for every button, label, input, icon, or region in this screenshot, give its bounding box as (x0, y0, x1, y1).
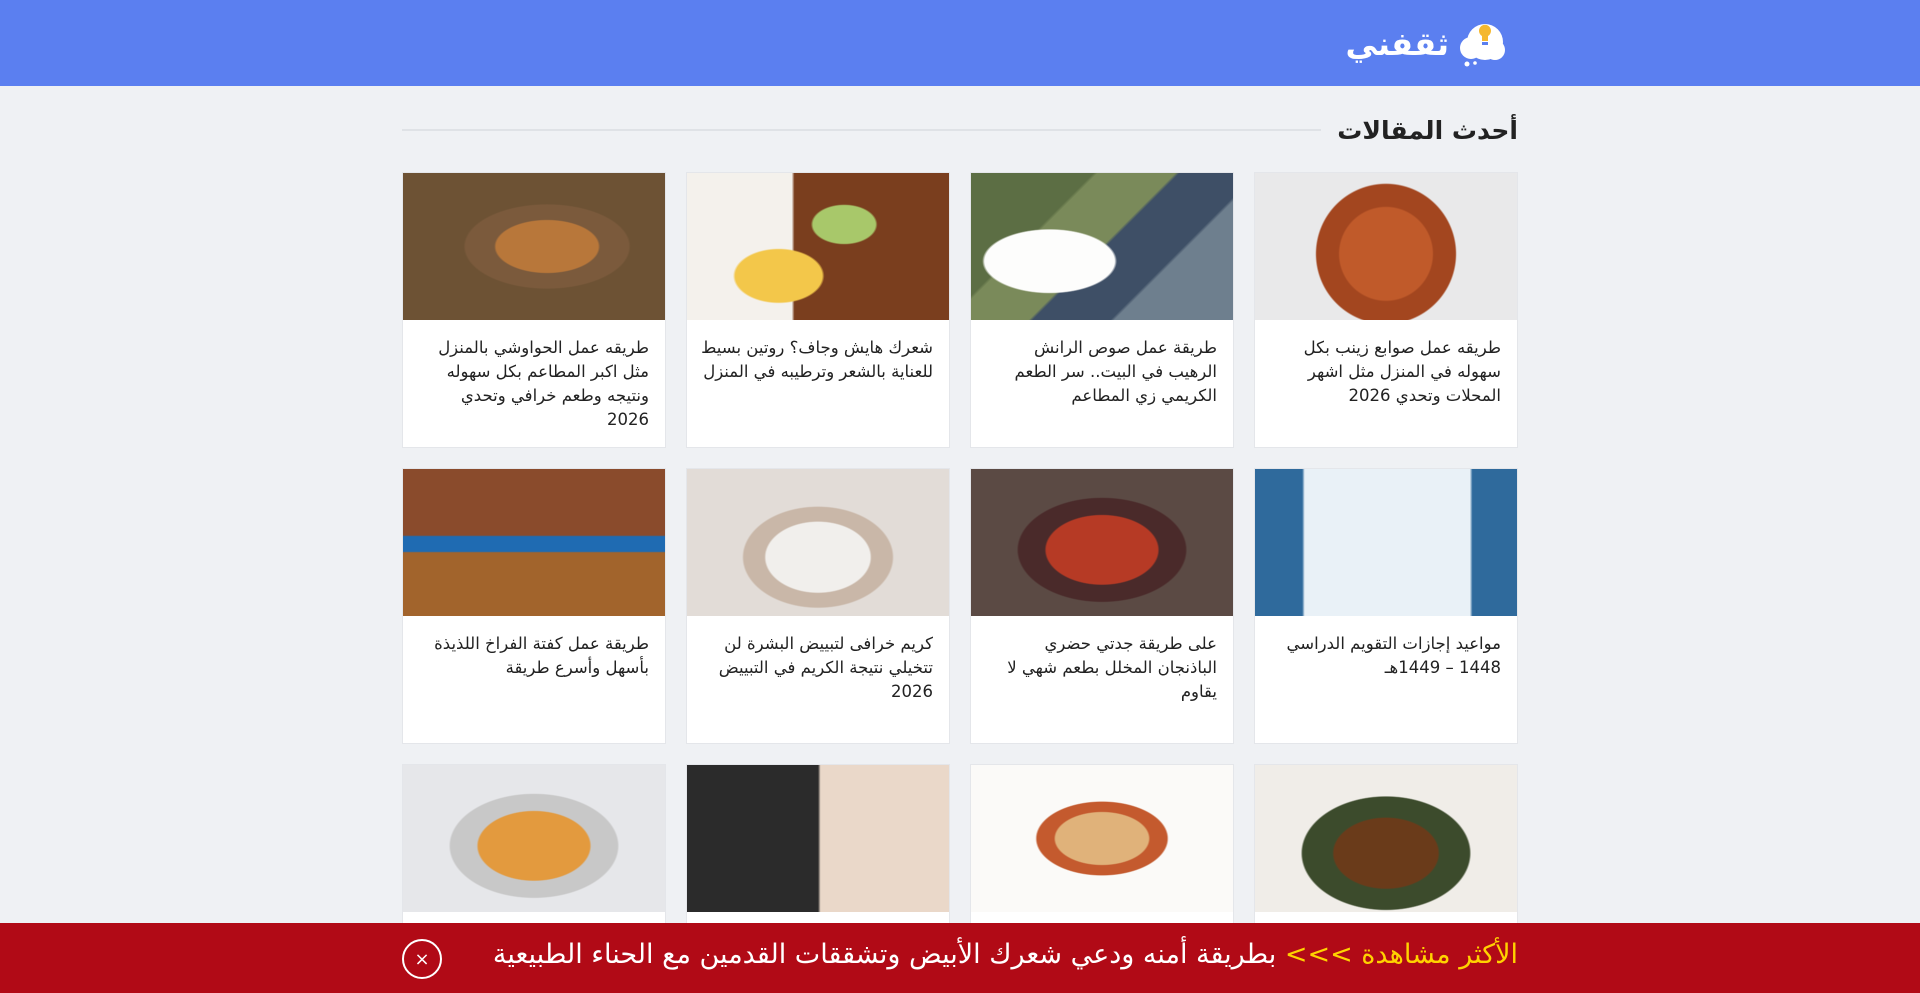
section-divider (402, 129, 1322, 131)
site-header: ثقفني (0, 0, 1920, 86)
article-title[interactable]: مواعيد إجازات التقويم الدراسي 1448 – 144… (1255, 616, 1517, 680)
most-viewed-headline: بطريقة أمنه ودعي شعرك الأبيض وتشققات الق… (492, 939, 1277, 970)
article-thumbnail[interactable] (971, 469, 1233, 616)
section-title: أحدث المقالات (1337, 115, 1518, 145)
article-thumbnail[interactable] (1255, 469, 1517, 616)
article-card[interactable]: على طريقة جدتي حضري الباذنجان المخلل بطع… (970, 468, 1234, 744)
article-card[interactable]: طريقة عمل صوص الرانش الرهيب في البيت.. س… (970, 172, 1234, 448)
article-title[interactable]: طريقة عمل صوص الرانش الرهيب في البيت.. س… (971, 320, 1233, 408)
article-card[interactable]: كريم خرافى لتبييض البشرة لن تتخيلي نتيجة… (686, 468, 950, 744)
article-thumbnail[interactable] (971, 765, 1233, 912)
article-thumbnail[interactable] (687, 765, 949, 912)
site-logo[interactable]: ثقفني (1345, 18, 1507, 70)
article-card[interactable]: طريقة عمل كفتة الفراخ اللذيذة بأسهل وأسر… (402, 468, 666, 744)
article-title[interactable]: طريقه عمل الحواوشي بالمنزل مثل اكبر المط… (403, 320, 665, 432)
article-thumbnail[interactable] (403, 469, 665, 616)
logo-text: ثقفني (1345, 25, 1449, 63)
article-title[interactable]: كريم خرافى لتبييض البشرة لن تتخيلي نتيجة… (687, 616, 949, 704)
article-title[interactable]: شعرك هايش وجاف؟ روتين بسيط للعناية بالشع… (687, 320, 949, 384)
article-thumbnail[interactable] (403, 173, 665, 320)
article-title[interactable]: طريقه عمل صوابع زينب بكل سهوله في المنزل… (1255, 320, 1517, 408)
article-card[interactable]: طريقه عمل الحواوشي بالمنزل مثل اكبر المط… (402, 172, 666, 448)
article-thumbnail[interactable] (1255, 173, 1517, 320)
lightbulb-cloud-icon (1460, 24, 1505, 67)
article-card[interactable]: مواعيد إجازات التقويم الدراسي 1448 – 144… (1254, 468, 1518, 744)
article-thumbnail[interactable] (403, 765, 665, 912)
latest-articles-header: أحدث المقالات (402, 112, 1518, 148)
article-thumbnail[interactable] (971, 173, 1233, 320)
article-title[interactable]: طريقة عمل كفتة الفراخ اللذيذة بأسهل وأسر… (403, 616, 665, 680)
article-thumbnail[interactable] (687, 469, 949, 616)
most-viewed-banner: الأكثر مشاهدة >>> بطريقة أمنه ودعي شعرك … (0, 923, 1920, 993)
article-thumbnail[interactable] (1255, 765, 1517, 912)
most-viewed-label: الأكثر مشاهدة >>> (1284, 939, 1518, 970)
article-card[interactable]: طريقه عمل صوابع زينب بكل سهوله في المنزل… (1254, 172, 1518, 448)
most-viewed-link[interactable]: الأكثر مشاهدة >>> بطريقة أمنه ودعي شعرك … (493, 939, 1518, 970)
article-thumbnail[interactable] (687, 173, 949, 320)
articles-grid: طريقه عمل صوابع زينب بكل سهوله في المنزل… (402, 172, 1518, 993)
article-card[interactable]: شعرك هايش وجاف؟ روتين بسيط للعناية بالشع… (686, 172, 950, 448)
article-title[interactable]: على طريقة جدتي حضري الباذنجان المخلل بطع… (971, 616, 1233, 704)
close-icon: × (414, 948, 430, 970)
close-banner-button[interactable]: × (402, 939, 442, 979)
